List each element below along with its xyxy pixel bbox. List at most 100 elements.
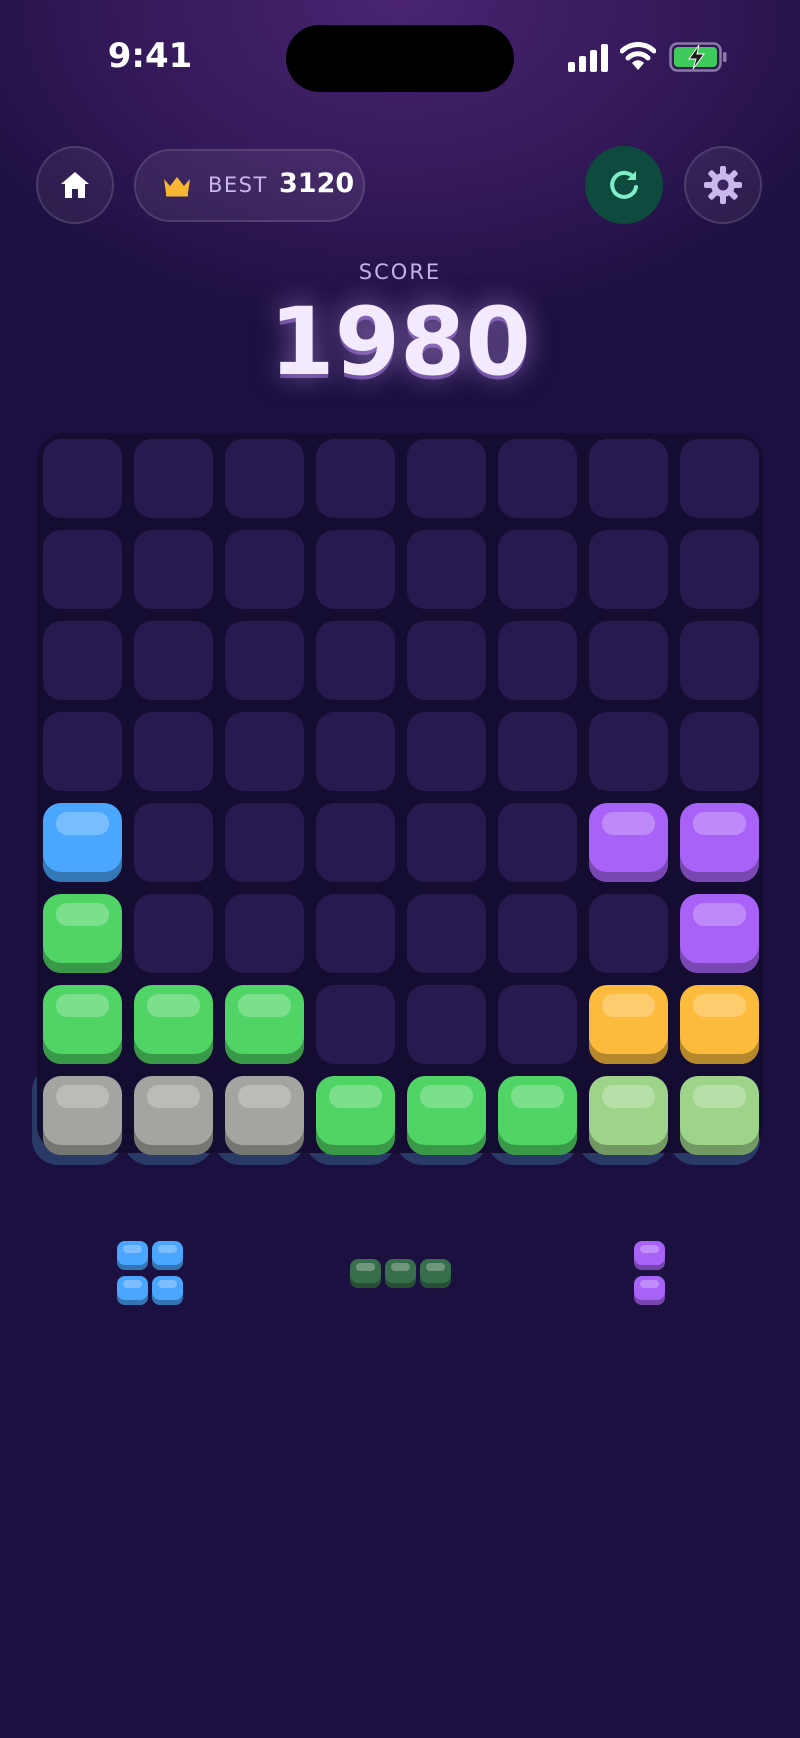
empty-cell[interactable]	[498, 894, 577, 973]
home-button[interactable]	[36, 146, 114, 224]
empty-cell[interactable]	[316, 985, 395, 1064]
empty-cell[interactable]	[225, 803, 304, 882]
piece-cell	[349, 1258, 381, 1288]
green-block	[498, 1076, 577, 1155]
empty-cell[interactable]	[498, 621, 577, 700]
block-highlight	[602, 1085, 655, 1108]
gray-block	[43, 1076, 122, 1155]
empty-cell[interactable]	[316, 803, 395, 882]
purple-block	[680, 894, 759, 973]
empty-cell[interactable]	[680, 530, 759, 609]
green-block	[225, 985, 304, 1064]
piece-cell	[152, 1276, 183, 1305]
piece-cell	[633, 1276, 665, 1305]
wifi-icon	[620, 42, 656, 70]
empty-cell[interactable]	[589, 621, 668, 700]
empty-cell[interactable]	[134, 621, 213, 700]
empty-cell[interactable]	[407, 894, 486, 973]
empty-cell[interactable]	[316, 712, 395, 791]
piece-cell	[384, 1258, 416, 1288]
block-highlight	[693, 812, 746, 835]
blue-block	[43, 803, 122, 882]
tray-piece[interactable]	[633, 1241, 665, 1307]
empty-cell[interactable]	[407, 985, 486, 1064]
empty-cell[interactable]	[134, 712, 213, 791]
empty-cell[interactable]	[407, 803, 486, 882]
settings-button[interactable]	[684, 146, 762, 224]
empty-cell[interactable]	[680, 439, 759, 518]
empty-cell[interactable]	[316, 894, 395, 973]
status-time: 9:41	[107, 36, 193, 76]
empty-cell[interactable]	[589, 530, 668, 609]
empty-cell[interactable]	[225, 712, 304, 791]
block-highlight	[147, 1085, 200, 1108]
empty-cell[interactable]	[316, 439, 395, 518]
green-block	[134, 985, 213, 1064]
piece-cell	[419, 1258, 451, 1288]
piece-cell-highlight	[390, 1262, 410, 1271]
empty-cell[interactable]	[498, 985, 577, 1064]
empty-cell[interactable]	[316, 621, 395, 700]
empty-cell[interactable]	[134, 894, 213, 973]
empty-cell[interactable]	[43, 439, 122, 518]
block-highlight	[56, 903, 109, 926]
piece-cell	[633, 1241, 665, 1270]
empty-cell[interactable]	[589, 894, 668, 973]
best-label: BEST	[208, 173, 268, 197]
empty-cell[interactable]	[134, 439, 213, 518]
empty-cell[interactable]	[680, 621, 759, 700]
piece-cell	[117, 1241, 148, 1270]
best-score-pill: BEST 3120	[134, 149, 365, 222]
empty-cell[interactable]	[43, 621, 122, 700]
block-highlight	[602, 994, 655, 1017]
empty-cell[interactable]	[498, 439, 577, 518]
empty-cell[interactable]	[43, 530, 122, 609]
piece-cell-highlight	[639, 1280, 659, 1288]
piece-cell	[152, 1241, 183, 1270]
score-label: SCORE	[358, 260, 442, 284]
block-highlight	[56, 1085, 109, 1108]
purple-block	[589, 803, 668, 882]
empty-cell[interactable]	[589, 712, 668, 791]
block-highlight	[147, 994, 200, 1017]
empty-cell[interactable]	[407, 530, 486, 609]
piece-cell-highlight	[425, 1262, 445, 1271]
empty-cell[interactable]	[225, 530, 304, 609]
green-block	[316, 1076, 395, 1155]
empty-cell[interactable]	[407, 439, 486, 518]
battery-charging-icon	[669, 42, 727, 72]
tray-piece[interactable]	[349, 1258, 451, 1290]
game-board[interactable]	[37, 433, 763, 1155]
empty-cell[interactable]	[134, 803, 213, 882]
score-value: 1980	[269, 288, 531, 397]
empty-cell[interactable]	[225, 439, 304, 518]
empty-cell[interactable]	[225, 621, 304, 700]
orange-block	[680, 985, 759, 1064]
best-value: 3120	[279, 168, 355, 199]
light-green-block	[589, 1076, 668, 1155]
restart-button[interactable]	[585, 146, 663, 224]
empty-cell[interactable]	[407, 621, 486, 700]
empty-cell[interactable]	[316, 530, 395, 609]
piece-cell	[117, 1276, 148, 1305]
empty-cell[interactable]	[589, 439, 668, 518]
empty-cell[interactable]	[498, 712, 577, 791]
piece-cell-highlight	[639, 1245, 659, 1253]
piece-cell-highlight	[158, 1280, 177, 1288]
empty-cell[interactable]	[225, 894, 304, 973]
purple-block	[680, 803, 759, 882]
tray-piece[interactable]	[117, 1241, 183, 1307]
empty-cell[interactable]	[498, 803, 577, 882]
empty-cell[interactable]	[43, 712, 122, 791]
block-highlight	[238, 994, 291, 1017]
empty-cell[interactable]	[134, 530, 213, 609]
empty-cell[interactable]	[680, 712, 759, 791]
dynamic-island	[286, 25, 514, 92]
block-highlight	[693, 1085, 746, 1108]
empty-cell[interactable]	[498, 530, 577, 609]
block-highlight	[693, 994, 746, 1017]
block-highlight	[511, 1085, 564, 1108]
empty-cell[interactable]	[407, 712, 486, 791]
piece-cell-highlight	[123, 1245, 142, 1253]
block-highlight	[329, 1085, 382, 1108]
